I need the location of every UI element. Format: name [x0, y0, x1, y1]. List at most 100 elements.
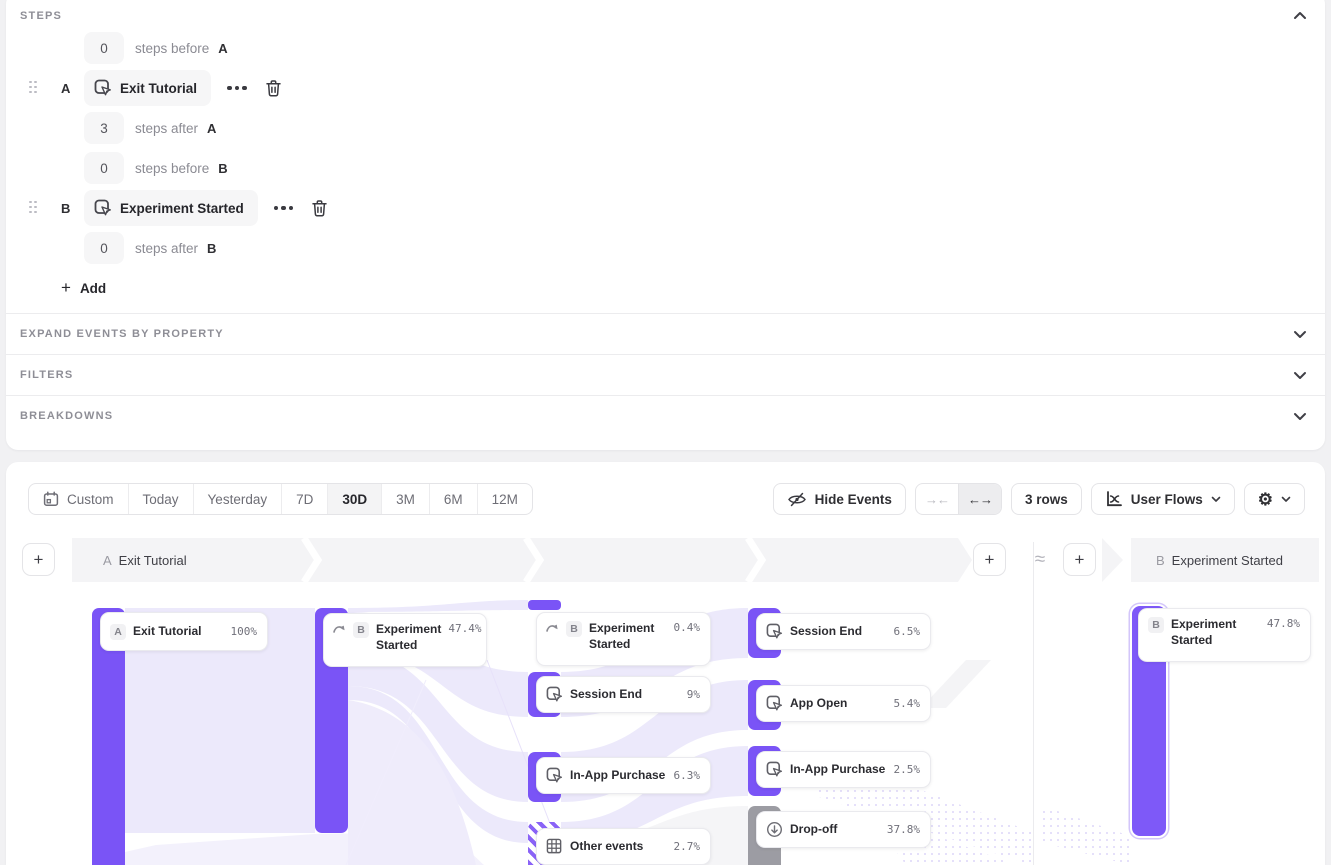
- chevron-down-icon: [1293, 370, 1307, 380]
- node-pct: 47.4%: [448, 622, 481, 635]
- node-name: Other events: [570, 839, 667, 855]
- plus-icon: +: [61, 278, 71, 298]
- step-b-row: B Experiment Started: [6, 188, 1325, 228]
- steps-before-b-input[interactable]: 0: [84, 152, 124, 184]
- section-label: FILTERS: [20, 369, 73, 381]
- range-label: Today: [143, 492, 179, 507]
- add-column-before-a-button[interactable]: +: [22, 543, 55, 576]
- add-step-label: Add: [80, 281, 106, 296]
- step-ref-a: A: [218, 41, 227, 56]
- steps-panel-header: STEPS: [6, 10, 1325, 22]
- range-label: Yesterday: [208, 492, 268, 507]
- node-name: App Open: [790, 696, 887, 712]
- node-pct: 2.5%: [894, 763, 921, 776]
- flow-node-drop-off[interactable]: Drop-off 37.8%: [756, 811, 931, 848]
- chevron-down-icon: [1281, 496, 1291, 503]
- expand-columns-button[interactable]: ←→: [958, 484, 1001, 514]
- report-toolbar: Custom Today Yesterday 7D 30D 3M 6M 12M …: [6, 483, 1325, 515]
- range-3m[interactable]: 3M: [381, 484, 429, 514]
- steps-title: STEPS: [20, 10, 62, 22]
- section-breakdowns[interactable]: BREAKDOWNS: [6, 395, 1325, 436]
- node-pct: 47.8%: [1267, 617, 1300, 630]
- range-30d[interactable]: 30D: [327, 484, 381, 514]
- step-letter-b: B: [61, 201, 84, 216]
- event-click-icon: [766, 695, 783, 712]
- settings-button[interactable]: ⚙: [1244, 483, 1305, 515]
- event-picker-b-button[interactable]: Experiment Started: [84, 190, 258, 226]
- range-custom[interactable]: Custom: [29, 484, 128, 514]
- steps-panel: STEPS 0 steps before A A Exit Tutorial: [6, 0, 1325, 450]
- flow-node-experiment-started-47[interactable]: B Experiment Started 47.4%: [323, 613, 487, 667]
- flow-node-in-app-purchase[interactable]: In-App Purchase 6.3%: [536, 757, 711, 794]
- node-pct: 2.7%: [674, 840, 701, 853]
- more-options-button[interactable]: [227, 86, 247, 91]
- band-b-arrow: [1102, 538, 1123, 582]
- delete-step-b-button[interactable]: [311, 199, 328, 218]
- node-name: Experiment Started: [589, 621, 667, 652]
- range-label: 30D: [342, 492, 367, 507]
- event-picker-a-button[interactable]: Exit Tutorial: [84, 70, 211, 106]
- band-step-event: Experiment Started: [1172, 553, 1283, 568]
- section-expand-events-by-property[interactable]: EXPAND EVENTS BY PROPERTY: [6, 313, 1325, 354]
- user-flows-icon: [1105, 490, 1123, 508]
- steps-before-a-row: 0 steps before A: [6, 28, 1325, 68]
- collapse-steps-button[interactable]: [1293, 11, 1307, 21]
- chevron-down-icon: [1211, 496, 1221, 503]
- node-name: In-App Purchase: [570, 768, 667, 784]
- range-12m[interactable]: 12M: [477, 484, 532, 514]
- flow-node-other-events[interactable]: Other events 2.7%: [536, 828, 711, 865]
- curved-arrow-icon: [333, 622, 346, 635]
- plus-icon: +: [34, 550, 44, 570]
- drag-handle-icon[interactable]: [29, 81, 39, 96]
- steps-before-a-input[interactable]: 0: [84, 32, 124, 64]
- node-pct: 100%: [231, 625, 258, 638]
- range-today[interactable]: Today: [128, 484, 193, 514]
- flow-bar-experiment-started-small[interactable]: [528, 600, 561, 610]
- range-label: 3M: [396, 492, 415, 507]
- flow-node-app-open[interactable]: App Open 5.4%: [756, 685, 931, 722]
- collapse-columns-button[interactable]: →←: [916, 484, 958, 514]
- step-a-header-band: A Exit Tutorial: [72, 538, 972, 582]
- range-label: 12M: [492, 492, 518, 507]
- section-label: EXPAND EVENTS BY PROPERTY: [20, 328, 224, 340]
- node-name: In-App Purchase: [790, 762, 887, 778]
- range-7d[interactable]: 7D: [281, 484, 327, 514]
- steps-after-b-input[interactable]: 0: [84, 232, 124, 264]
- event-a-label: Exit Tutorial: [120, 81, 197, 96]
- chevron-separator-icon: [522, 538, 546, 582]
- trash-icon: [265, 79, 282, 98]
- flow-node-session-end[interactable]: Session End 9%: [536, 676, 711, 713]
- drag-handle-icon[interactable]: [29, 201, 39, 216]
- step-badge: A: [110, 624, 126, 640]
- calendar-icon: [43, 491, 59, 507]
- node-pct: 5.4%: [894, 697, 921, 710]
- node-name: Drop-off: [790, 822, 880, 838]
- hide-events-button[interactable]: Hide Events: [773, 483, 906, 515]
- steps-after-a-input[interactable]: 3: [84, 112, 124, 144]
- plus-icon: +: [1075, 550, 1085, 570]
- flow-node-experiment-started-anchor[interactable]: B Experiment Started 47.8%: [1138, 608, 1311, 662]
- flow-node-exit-tutorial[interactable]: A Exit Tutorial 100%: [100, 612, 268, 651]
- node-pct: 9%: [687, 688, 700, 701]
- more-options-button[interactable]: [274, 206, 294, 211]
- flow-node-experiment-started-04[interactable]: B Experiment Started 0.4%: [536, 612, 711, 666]
- range-yesterday[interactable]: Yesterday: [193, 484, 282, 514]
- grid-icon: [546, 838, 563, 855]
- add-step-button[interactable]: + Add: [61, 278, 106, 298]
- range-6m[interactable]: 6M: [429, 484, 477, 514]
- view-type-button[interactable]: User Flows: [1091, 483, 1235, 515]
- flow-node-session-end-2[interactable]: Session End 6.5%: [756, 613, 931, 650]
- band-step-event: Exit Tutorial: [119, 553, 187, 568]
- section-filters[interactable]: FILTERS: [6, 354, 1325, 395]
- delete-step-a-button[interactable]: [265, 79, 282, 98]
- add-column-after-a-button[interactable]: +: [973, 543, 1006, 576]
- drop-off-icon: [766, 821, 783, 838]
- flow-node-in-app-purchase-2[interactable]: In-App Purchase 2.5%: [756, 751, 931, 788]
- rows-count-button[interactable]: 3 rows: [1011, 483, 1082, 515]
- curved-arrow-icon: [546, 621, 559, 634]
- steps-after-label: steps after: [135, 241, 198, 256]
- hide-events-label: Hide Events: [815, 492, 892, 507]
- chevron-up-icon: [1293, 11, 1307, 21]
- add-column-before-b-button[interactable]: +: [1063, 543, 1096, 576]
- chevron-down-icon: [1293, 329, 1307, 339]
